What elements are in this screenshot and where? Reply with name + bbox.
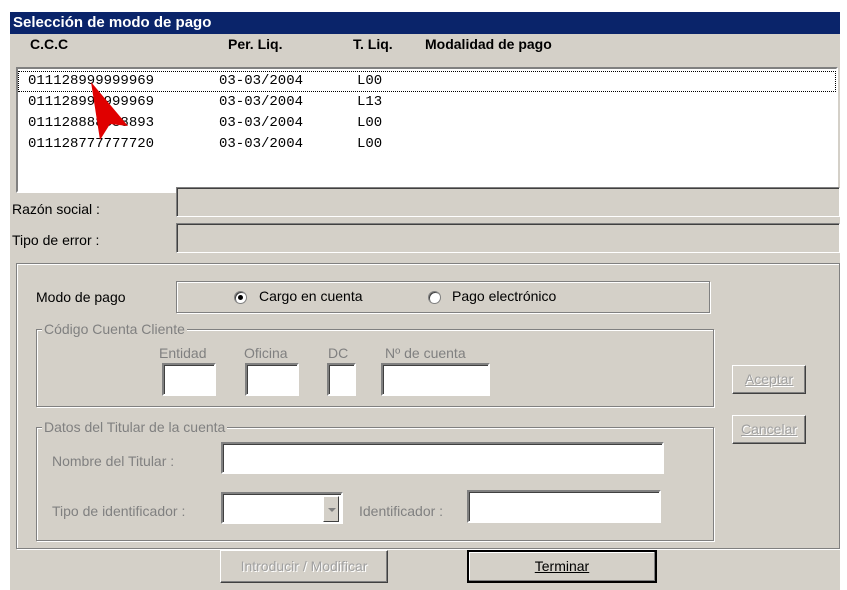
ccc-legend: Código Cuenta Cliente xyxy=(42,321,187,337)
radio-cargo-en-cuenta[interactable] xyxy=(234,291,247,304)
ccc-fieldset xyxy=(36,329,714,407)
razon-social-field xyxy=(176,187,840,217)
row-t-liq: L13 xyxy=(357,94,383,110)
introducir-modificar-button[interactable]: Introducir / Modificar xyxy=(220,550,388,583)
terminar-label: Terminar xyxy=(534,558,590,574)
nombre-titular-input[interactable] xyxy=(221,442,664,474)
row-per-liq: 03-03/2004 xyxy=(219,136,304,152)
num-cuenta-input[interactable] xyxy=(381,363,490,396)
payment-mode-window: Selección de modo de pago C.C.C Per. Liq… xyxy=(10,12,840,590)
row-per-liq: 03-03/2004 xyxy=(219,115,304,131)
aceptar-label: Aceptar xyxy=(744,371,794,387)
radio-pago-electronico-label[interactable]: Pago electrónico xyxy=(452,288,556,304)
chevron-down-icon[interactable] xyxy=(323,496,339,522)
radio-pago-electronico[interactable] xyxy=(428,291,441,304)
dc-label: DC xyxy=(328,345,349,361)
entidad-label: Entidad xyxy=(159,345,207,361)
row-t-liq: L00 xyxy=(357,136,383,152)
tipo-error-field xyxy=(176,223,840,253)
cancelar-button[interactable]: Cancelar xyxy=(732,415,806,444)
num-cuenta-label: Nº de cuenta xyxy=(385,345,466,361)
row-per-liq: 03-03/2004 xyxy=(219,73,304,89)
row-per-liq: 03-03/2004 xyxy=(219,94,304,110)
mouse-cursor-icon xyxy=(91,82,128,140)
entidad-input[interactable] xyxy=(162,363,216,396)
aceptar-button[interactable]: Aceptar xyxy=(732,365,806,394)
column-header-modalidad[interactable]: Modalidad de pago xyxy=(425,34,552,54)
dc-input[interactable] xyxy=(327,363,356,396)
window-title: Selección de modo de pago xyxy=(10,12,840,34)
ccc-list[interactable]: 011128999999969 03-03/2004 L00 011128999… xyxy=(16,67,838,193)
holder-legend: Datos del Titular de la cuenta xyxy=(42,419,228,435)
identificador-input[interactable] xyxy=(467,490,661,523)
table-row[interactable]: 011128999999969 03-03/2004 L13 xyxy=(18,92,836,113)
cancelar-label: Cancelar xyxy=(740,421,798,437)
identificador-label: Identificador : xyxy=(359,503,444,519)
razon-social-label: Razón social : xyxy=(12,201,100,217)
modo-pago-label: Modo de pago xyxy=(36,289,126,305)
terminar-button[interactable]: Terminar xyxy=(467,550,657,583)
row-t-liq: L00 xyxy=(357,115,383,131)
tipo-error-label: Tipo de error : xyxy=(12,232,100,248)
row-t-liq: L00 xyxy=(357,73,383,89)
column-header-ccc[interactable]: C.C.C xyxy=(30,34,68,54)
tipo-identificador-select[interactable] xyxy=(221,492,343,524)
radio-cargo-label[interactable]: Cargo en cuenta xyxy=(259,288,363,304)
column-header-t-liq[interactable]: T. Liq. xyxy=(353,34,393,54)
oficina-input[interactable] xyxy=(245,363,299,396)
table-row[interactable]: 011128777777720 03-03/2004 L00 xyxy=(18,134,836,155)
table-row[interactable]: 011128999999969 03-03/2004 L00 xyxy=(18,71,836,92)
column-header-per-liq[interactable]: Per. Liq. xyxy=(228,34,282,54)
payment-mode-box: Cargo en cuenta Pago electrónico xyxy=(176,281,710,313)
oficina-label: Oficina xyxy=(244,345,288,361)
nombre-titular-label: Nombre del Titular : xyxy=(52,453,175,469)
table-row[interactable]: 011128888888893 03-03/2004 L00 xyxy=(18,113,836,134)
tipo-identificador-label: Tipo de identificador : xyxy=(52,503,186,519)
